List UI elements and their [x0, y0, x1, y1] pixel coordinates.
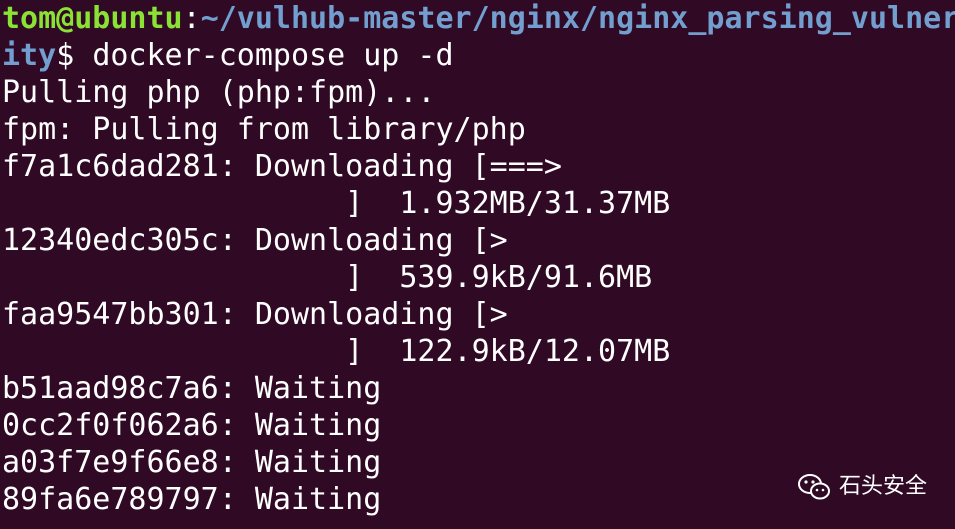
- output-line: fpm: Pulling from library/php: [2, 112, 526, 147]
- output-line: ] 539.9kB/91.6MB: [2, 260, 653, 295]
- prompt-line: tom@ubuntu:~/vulhub-master/nginx/nginx_p…: [2, 0, 955, 37]
- command-text: docker-compose up -d: [92, 38, 454, 73]
- prompt-user: tom@ubuntu: [2, 1, 183, 36]
- watermark-text: 石头安全: [838, 474, 927, 499]
- wechat-icon: [797, 473, 831, 501]
- output-line: ] 122.9kB/12.07MB: [2, 334, 671, 369]
- prompt-path: ~/vulhub-master/nginx/nginx_parsing_vuln…: [200, 1, 955, 36]
- output-line: Pulling php (php:fpm)...: [2, 75, 436, 110]
- output-line: ] 1.932MB/31.37MB: [2, 186, 671, 221]
- cursor-line: [2, 518, 955, 529]
- prompt-line-continued: ity$ docker-compose up -d: [2, 37, 955, 74]
- prompt-path-continued: ity: [2, 38, 57, 73]
- output-line: 0cc2f0f062a6: Waiting: [2, 408, 382, 443]
- watermark: 石头安全: [797, 468, 927, 505]
- output-line: faa9547bb301: Downloading [>: [2, 297, 508, 332]
- output-line: b51aad98c7a6: Waiting: [2, 371, 382, 406]
- output-line: 12340edc305c: Downloading [>: [2, 223, 508, 258]
- prompt-separator: :: [182, 1, 201, 36]
- terminal-window[interactable]: tom@ubuntu:~/vulhub-master/nginx/nginx_p…: [0, 0, 955, 529]
- output-line: f7a1c6dad281: Downloading [===>: [2, 149, 562, 184]
- prompt-symbol: $: [56, 38, 93, 73]
